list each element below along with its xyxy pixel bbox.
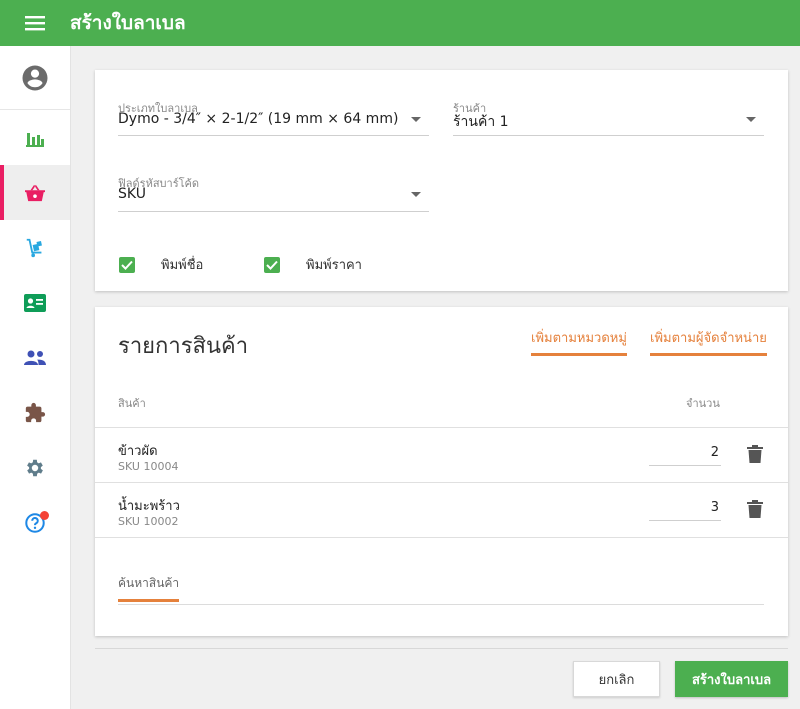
product-sku: SKU 10002 (118, 515, 179, 528)
row-divider (95, 537, 788, 538)
row-divider (95, 427, 788, 428)
add-by-category-button[interactable]: เพิ่มตามหมวดหมู่ (531, 327, 627, 356)
store-value: ร้านค้า 1 (453, 114, 509, 130)
account-circle-icon (22, 65, 48, 90)
row-divider (95, 482, 788, 483)
menu-button[interactable] (0, 0, 70, 46)
sidebar-item-employees[interactable] (0, 330, 70, 385)
barcode-field-select[interactable]: ฟิลด์รหัสบาร์โค้ด SKU (118, 174, 429, 212)
product-sku: SKU 10004 (118, 460, 179, 473)
sidebar (0, 46, 71, 709)
checkbox-checked-icon (119, 256, 135, 273)
gear-icon (27, 459, 43, 476)
product-name: ข้าวผัด (118, 444, 158, 459)
checkbox-checked-icon (264, 256, 280, 273)
notification-badge (40, 511, 49, 520)
print-price-checkbox[interactable]: พิมพ์ราคา (264, 254, 362, 275)
label-type-select[interactable]: ประเภทใบลาเบล Dymo - 3/4″ × 2-1/2″ (19 m… (118, 99, 429, 136)
chevron-down-icon (746, 117, 756, 122)
quantity-input[interactable]: 2 (649, 442, 721, 466)
cancel-button[interactable]: ยกเลิก (573, 661, 660, 697)
add-by-supplier-button[interactable]: เพิ่มตามผู้จัดจำหน่าย (650, 327, 767, 356)
app-bar: สร้างใบลาเบล (0, 0, 800, 46)
hamburger-menu-icon (25, 16, 45, 31)
trash-icon[interactable] (747, 445, 763, 463)
column-header-product: สินค้า (118, 397, 146, 410)
sidebar-item-inventory[interactable] (0, 220, 70, 275)
print-price-label: พิมพ์ราคา (306, 258, 362, 273)
people-icon (24, 350, 46, 365)
page-title: สร้างใบลาเบล (70, 12, 186, 34)
contact-card-icon (24, 293, 46, 312)
barcode-field-value: SKU (118, 186, 146, 202)
chevron-down-icon (411, 192, 421, 197)
chevron-down-icon (411, 117, 421, 122)
avatar[interactable] (0, 46, 70, 110)
product-list-card: รายการสินค้า เพิ่มตามหมวดหมู่ เพิ่มตามผู… (95, 307, 788, 636)
sidebar-item-settings[interactable] (0, 440, 70, 495)
trash-icon[interactable] (747, 500, 763, 518)
print-name-label: พิมพ์ชื่อ (161, 258, 204, 273)
label-settings-card: ประเภทใบลาเบล Dymo - 3/4″ × 2-1/2″ (19 m… (95, 70, 788, 291)
column-header-quantity: จำนวน (686, 397, 720, 410)
product-search-input[interactable]: ค้นหาสินค้า (118, 565, 764, 605)
sidebar-item-integrations[interactable] (0, 385, 70, 440)
product-name: น้ำมะพร้าว (118, 499, 180, 514)
sidebar-item-products[interactable] (0, 165, 70, 220)
footer-divider (95, 648, 788, 649)
basket-icon (25, 184, 45, 201)
puzzle-icon (25, 402, 46, 422)
sidebar-item-help[interactable] (0, 495, 70, 550)
create-label-button[interactable]: สร้างใบลาเบล (675, 661, 788, 697)
sidebar-item-reports[interactable] (0, 110, 70, 165)
product-list-title: รายการสินค้า (118, 334, 249, 359)
print-name-checkbox[interactable]: พิมพ์ชื่อ (119, 254, 203, 275)
sidebar-item-customers[interactable] (0, 275, 70, 330)
hand-truck-icon (26, 238, 42, 257)
quantity-input[interactable]: 3 (649, 497, 721, 521)
bar-chart-icon (26, 132, 44, 147)
store-select[interactable]: ร้านค้า ร้านค้า 1 (453, 99, 764, 136)
search-placeholder: ค้นหาสินค้า (118, 574, 180, 602)
label-type-value: Dymo - 3/4″ × 2-1/2″ (19 mm × 64 mm) (118, 111, 399, 127)
